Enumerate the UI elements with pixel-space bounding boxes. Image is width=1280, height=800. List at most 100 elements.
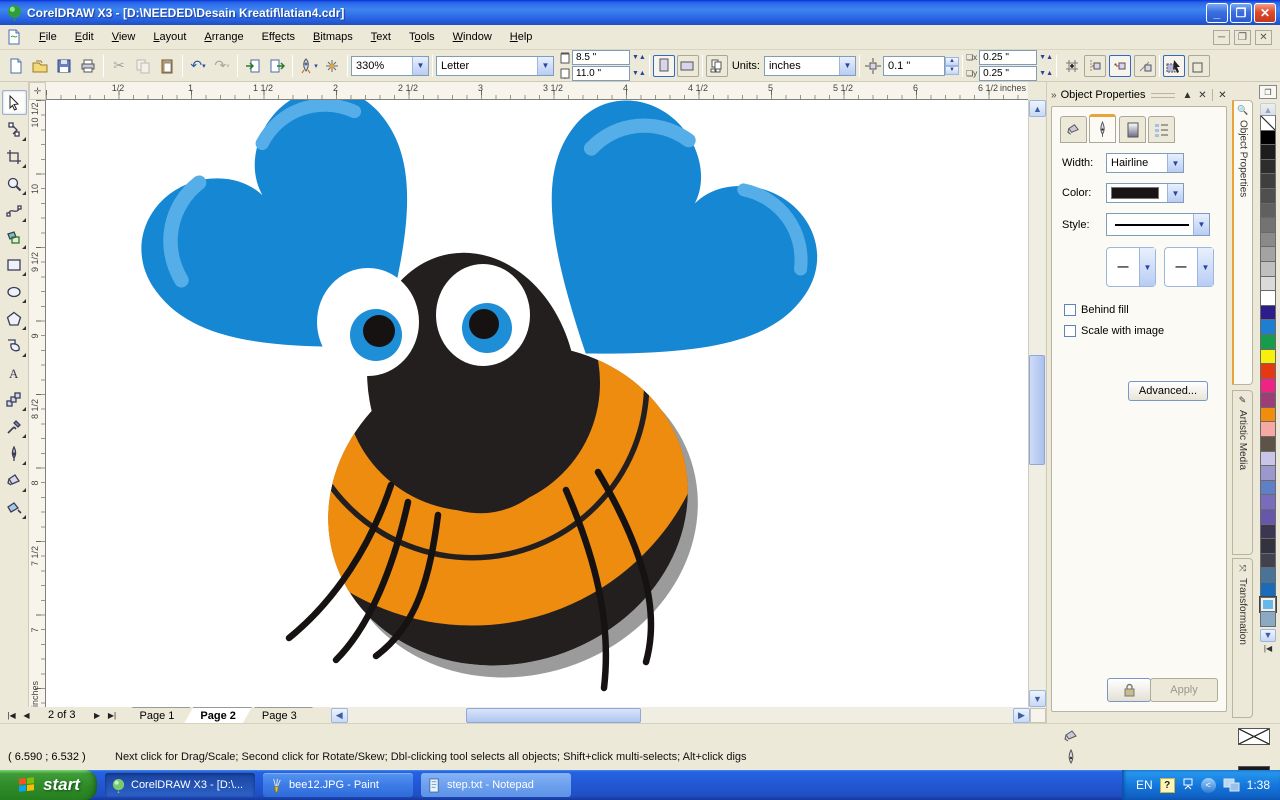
- palette-color-swatch[interactable]: [1260, 276, 1276, 292]
- dynamic-guides-icon[interactable]: [1134, 55, 1156, 77]
- palette-color-swatch[interactable]: [1260, 130, 1276, 146]
- doc-restore-button[interactable]: ❐: [1234, 30, 1251, 45]
- scroll-right-icon[interactable]: ▶: [1013, 708, 1030, 723]
- outline-pen-tool[interactable]: [2, 441, 27, 466]
- palette-color-swatch[interactable]: [1260, 363, 1276, 379]
- chevron-down-icon[interactable]: ▼: [839, 57, 855, 75]
- page-tab-1[interactable]: Page 1: [124, 707, 191, 723]
- scale-with-image-checkbox[interactable]: [1064, 325, 1076, 337]
- eyedropper-tool[interactable]: [2, 414, 27, 439]
- spinner-icon[interactable]: ▼▲: [1039, 70, 1053, 77]
- palette-expand-icon[interactable]: |◀: [1264, 644, 1272, 653]
- print-icon[interactable]: [76, 54, 100, 78]
- page-tab-3[interactable]: Page 3: [246, 707, 313, 723]
- lock-button[interactable]: [1107, 678, 1151, 702]
- palette-color-swatch[interactable]: [1260, 144, 1276, 160]
- snap-grid-icon[interactable]: [1060, 54, 1084, 78]
- paper-type-combo[interactable]: Letter ▼: [436, 56, 554, 76]
- restore-button[interactable]: ❐: [1230, 3, 1252, 23]
- export-icon[interactable]: [265, 54, 289, 78]
- scroll-down-icon[interactable]: ▼: [1029, 690, 1046, 707]
- gradient-tab[interactable]: [1119, 116, 1146, 143]
- rectangle-tool[interactable]: [2, 252, 27, 277]
- palette-color-swatch[interactable]: [1260, 349, 1276, 365]
- palette-color-swatch[interactable]: [1260, 480, 1276, 496]
- basic-shapes-tool[interactable]: [2, 333, 27, 358]
- palette-color-swatch[interactable]: [1260, 465, 1276, 481]
- palette-options-icon[interactable]: ❐: [1259, 85, 1277, 99]
- palette-scroll-up-icon[interactable]: ▲: [1260, 103, 1276, 116]
- crop-tool[interactable]: [2, 144, 27, 169]
- menu-file[interactable]: File: [30, 27, 66, 47]
- tray-app-icon[interactable]: [1182, 778, 1194, 792]
- palette-color-swatch[interactable]: [1260, 173, 1276, 189]
- chevron-down-icon[interactable]: ▼: [1139, 248, 1155, 286]
- menu-layout[interactable]: Layout: [144, 27, 195, 47]
- text-tool[interactable]: A: [2, 360, 27, 385]
- interactive-fill-tool[interactable]: [2, 495, 27, 520]
- next-page-button[interactable]: ▶: [90, 709, 105, 722]
- outline-tab[interactable]: [1089, 114, 1116, 143]
- docker-group-close-icon[interactable]: ✕: [1215, 88, 1230, 102]
- outline-style-combo[interactable]: ▼: [1106, 213, 1210, 236]
- spinner-icon[interactable]: ▼▲: [632, 54, 646, 61]
- zoom-tool[interactable]: [2, 171, 27, 196]
- units-combo[interactable]: inches ▼: [764, 56, 856, 76]
- hscroll-thumb[interactable]: [466, 708, 641, 723]
- palette-color-swatch[interactable]: [1260, 582, 1276, 598]
- ellipse-tool[interactable]: [2, 279, 27, 304]
- palette-color-swatch[interactable]: [1260, 407, 1276, 423]
- import-icon[interactable]: [241, 54, 265, 78]
- palette-color-swatch[interactable]: [1260, 553, 1276, 569]
- palette-color-swatch[interactable]: [1260, 232, 1276, 248]
- chevron-down-icon[interactable]: ▼: [537, 57, 553, 75]
- horizontal-scrollbar[interactable]: ◀ ▶: [331, 707, 1046, 723]
- palette-color-swatch[interactable]: [1260, 611, 1276, 627]
- palette-color-swatch[interactable]: [1260, 378, 1276, 394]
- redo-icon[interactable]: ↷▾: [210, 54, 234, 78]
- cut-icon[interactable]: ✂: [107, 54, 131, 78]
- shape-tool[interactable]: [2, 117, 27, 142]
- hide-icons-chevron[interactable]: <: [1201, 778, 1216, 793]
- open-icon[interactable]: [28, 54, 52, 78]
- apply-button[interactable]: Apply: [1150, 678, 1218, 702]
- palette-color-swatch[interactable]: [1260, 217, 1276, 233]
- behind-fill-checkbox[interactable]: [1064, 304, 1076, 316]
- menu-bitmaps[interactable]: Bitmaps: [304, 27, 362, 47]
- vertical-scrollbar[interactable]: ▲ ▼: [1028, 100, 1045, 707]
- docker-close-icon[interactable]: ✕: [1195, 88, 1210, 102]
- doc-close-button[interactable]: ✕: [1255, 30, 1272, 45]
- fill-tab[interactable]: [1060, 116, 1087, 143]
- palette-color-swatch[interactable]: [1260, 290, 1276, 306]
- docker-collapse-icon[interactable]: ▲: [1180, 88, 1195, 102]
- spinner-icon[interactable]: ▼▲: [1039, 54, 1053, 61]
- last-page-button[interactable]: ▶|: [105, 709, 120, 722]
- palette-color-swatch[interactable]: [1260, 538, 1276, 554]
- curve-tool[interactable]: [2, 198, 27, 223]
- snap-guidelines-icon[interactable]: [1084, 55, 1106, 77]
- palette-color-swatch[interactable]: [1260, 524, 1276, 540]
- all-pages-icon[interactable]: [706, 55, 728, 77]
- horizontal-ruler[interactable]: inches 1/211 1/222 1/233 1/244 1/255 1/2…: [46, 82, 1028, 100]
- portrait-icon[interactable]: [653, 55, 675, 77]
- palette-color-swatch[interactable]: [1260, 421, 1276, 437]
- side-tab-object-properties[interactable]: 🔍Object Properties: [1232, 100, 1253, 385]
- palette-color-swatch[interactable]: [1260, 246, 1276, 262]
- paste-icon[interactable]: [155, 54, 179, 78]
- taskbar-task-3[interactable]: step.txt - Notepad: [421, 773, 571, 797]
- chevron-down-icon[interactable]: ▼: [1167, 154, 1183, 172]
- display-tray-icon[interactable]: [1223, 778, 1240, 792]
- menu-view[interactable]: View: [103, 27, 145, 47]
- palette-color-swatch[interactable]: [1260, 436, 1276, 452]
- app-launcher-icon[interactable]: ▾: [296, 54, 320, 78]
- palette-color-swatch[interactable]: [1260, 188, 1276, 204]
- palette-color-swatch[interactable]: [1260, 203, 1276, 219]
- end-arrowhead-combo[interactable]: — ▼: [1164, 247, 1214, 287]
- palette-color-swatch[interactable]: [1260, 451, 1276, 467]
- palette-no-color[interactable]: [1260, 115, 1276, 131]
- duplicate-y-field[interactable]: 0.25 ": [979, 66, 1037, 81]
- first-page-button[interactable]: |◀: [4, 709, 19, 722]
- polygon-tool[interactable]: [2, 306, 27, 331]
- prev-page-button[interactable]: ◀: [19, 709, 34, 722]
- palette-color-swatch[interactable]: [1260, 159, 1276, 175]
